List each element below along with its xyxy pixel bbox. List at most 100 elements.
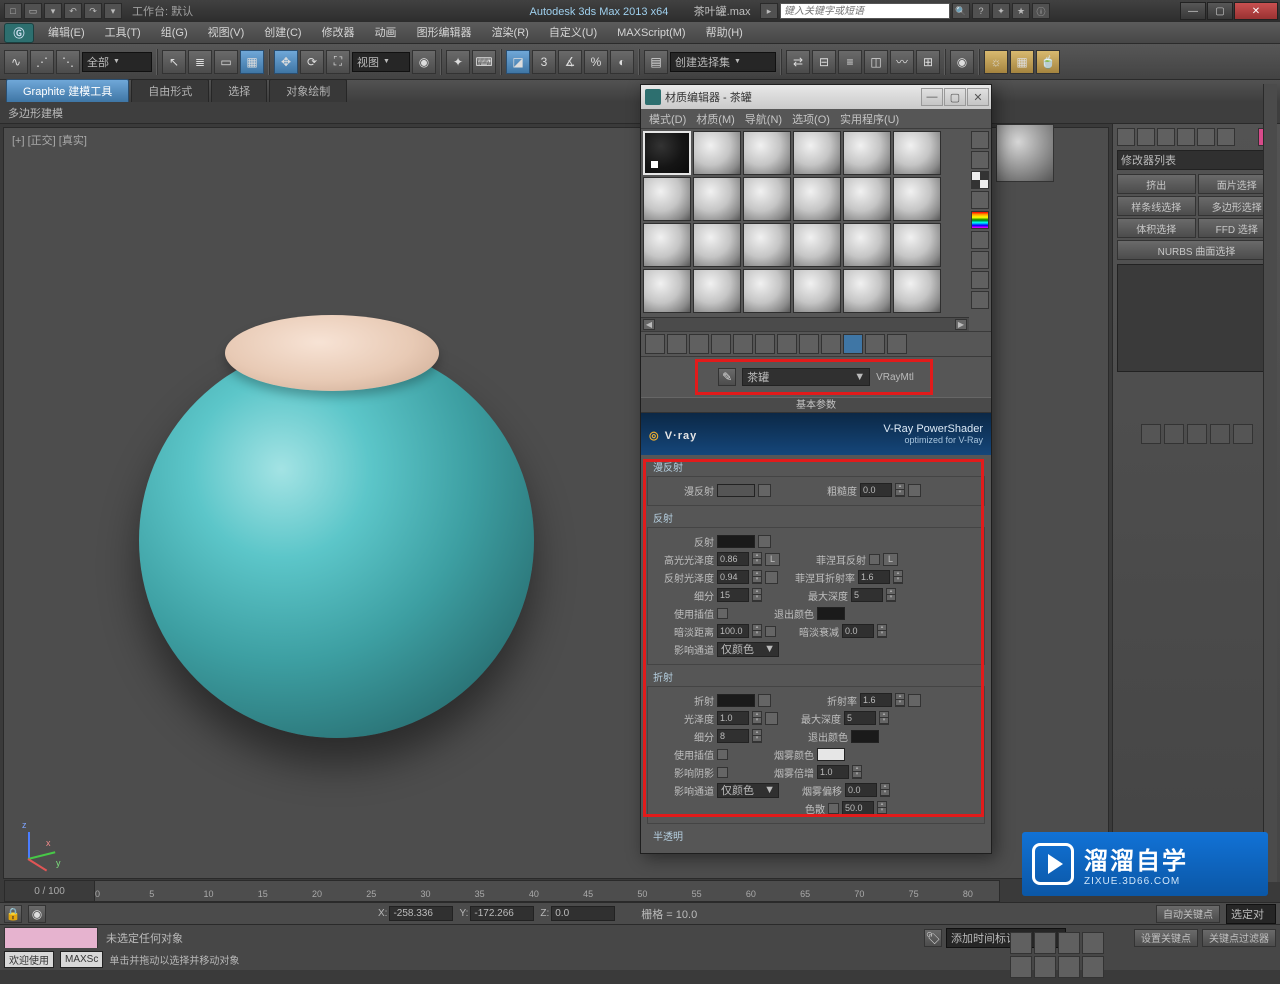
sample-slot[interactable] — [893, 131, 941, 175]
sample-slot[interactable] — [693, 131, 741, 175]
sample-slot[interactable] — [693, 223, 741, 267]
dispersion-checkbox[interactable] — [828, 803, 839, 814]
pct-snap-icon[interactable]: % — [584, 50, 608, 74]
search-go-icon[interactable]: 🔍 — [952, 3, 970, 19]
refl-subdiv-input[interactable]: 15 — [717, 588, 749, 602]
comm-icon[interactable]: ✦ — [992, 3, 1010, 19]
make-copy-icon[interactable] — [733, 334, 753, 354]
snap3-icon[interactable]: 3 — [532, 50, 556, 74]
timeline[interactable]: 0 / 100 0 5 10 15 20 25 30 35 40 45 50 5… — [4, 880, 1000, 902]
medit-max-button[interactable]: ▢ — [944, 88, 966, 106]
sample-slot[interactable] — [893, 269, 941, 313]
spinner[interactable]: ▴▾ — [752, 552, 762, 566]
timeline-ticks[interactable]: 0 5 10 15 20 25 30 35 40 45 50 55 60 65 … — [95, 881, 999, 901]
display-tab-icon[interactable] — [1197, 128, 1215, 146]
mod-btn-nurbs[interactable]: NURBS 曲面选择 — [1117, 240, 1276, 260]
medit-menu-mode[interactable]: 模式(D) — [645, 111, 690, 127]
curve-ed-icon[interactable]: 〰 — [890, 50, 914, 74]
dim-dist-input[interactable]: 100.0 — [717, 624, 749, 638]
workspace-label[interactable]: 工作台: 默认 — [132, 3, 193, 19]
open-icon[interactable]: ▭ — [24, 3, 42, 19]
info-icon[interactable]: ⓘ — [1032, 3, 1050, 19]
side-scrollbar[interactable] — [1263, 84, 1277, 882]
spinner[interactable]: ▴▾ — [752, 588, 762, 602]
spinner[interactable]: ▴▾ — [893, 570, 903, 584]
sample-slot[interactable] — [843, 269, 891, 313]
redo-icon[interactable]: ↷ — [84, 3, 102, 19]
fresnel-checkbox[interactable] — [869, 554, 880, 565]
video-color-icon[interactable] — [971, 211, 989, 229]
sample-slot[interactable] — [893, 177, 941, 221]
ior-map-button[interactable] — [908, 694, 921, 707]
affect-shadow-checkbox[interactable] — [717, 767, 728, 778]
mod-btn-extrude[interactable]: 挤出 — [1117, 174, 1196, 194]
spinner[interactable]: ▴▾ — [752, 711, 762, 725]
motion-tab-icon[interactable] — [1177, 128, 1195, 146]
reflect-map-button[interactable] — [758, 535, 771, 548]
make-unique-icon[interactable] — [755, 334, 775, 354]
pin-icon[interactable] — [1141, 424, 1161, 444]
move-icon[interactable]: ✥ — [274, 50, 298, 74]
sample-slot[interactable] — [893, 223, 941, 267]
select-icon[interactable]: ↖ — [162, 50, 186, 74]
mod-btn-vol[interactable]: 体积选择 — [1117, 218, 1196, 238]
isolate-icon[interactable]: ◉ — [28, 905, 46, 923]
sample-slot[interactable] — [793, 269, 841, 313]
spinner[interactable]: ▴▾ — [877, 801, 887, 815]
spinner[interactable]: ▴▾ — [752, 624, 762, 638]
sample-slot[interactable] — [693, 177, 741, 221]
close-button[interactable]: ✕ — [1234, 2, 1278, 20]
tab-graphite[interactable]: Graphite 建模工具 — [6, 79, 129, 102]
sample-slot[interactable] — [693, 269, 741, 313]
sample-slot[interactable] — [793, 131, 841, 175]
sample-slot[interactable] — [743, 223, 791, 267]
arrow-icon[interactable]: ▸ — [760, 3, 778, 19]
medit-titlebar[interactable]: 材质编辑器 - 茶罐 — ▢ ✕ — [641, 85, 991, 109]
zoom-all-icon[interactable] — [1034, 932, 1056, 954]
tab-select[interactable]: 选择 — [211, 79, 267, 102]
lock-button[interactable]: L — [765, 553, 780, 566]
dispersion-input[interactable]: 50.0 — [842, 801, 874, 815]
menu-custom[interactable]: 自定义(U) — [539, 22, 607, 44]
spinner[interactable]: ▴▾ — [886, 588, 896, 602]
zoom-icon[interactable] — [1010, 932, 1032, 954]
named-selset-dropdown[interactable]: 创建选择集▼ — [670, 52, 776, 72]
save-icon[interactable]: ▾ — [44, 3, 62, 19]
refr-channel-dropdown[interactable]: 仅颜色▼ — [717, 783, 779, 798]
sample-slot[interactable] — [843, 131, 891, 175]
keymode-icon[interactable]: ⌨ — [472, 50, 496, 74]
roughness-map-button[interactable] — [908, 484, 921, 497]
sample-type-icon[interactable] — [971, 131, 989, 149]
link-icon[interactable]: ∿ — [4, 50, 28, 74]
tag-icon[interactable]: 🏷 — [924, 929, 942, 947]
ref-coord-dropdown[interactable]: 视图▼ — [352, 52, 410, 72]
pick-mat-icon[interactable]: ✎ — [718, 368, 736, 386]
spinner[interactable]: ▴▾ — [752, 729, 762, 743]
util-tab-icon[interactable] — [1217, 128, 1235, 146]
spinner[interactable]: ▴▾ — [852, 765, 862, 779]
refl-channel-dropdown[interactable]: 仅颜色▼ — [717, 642, 779, 657]
viewport-label[interactable]: [+] [正交] [真实] — [12, 132, 87, 148]
sample-slot[interactable] — [643, 269, 691, 313]
fresnel-lock-button[interactable]: L — [883, 553, 898, 566]
modifier-stack[interactable] — [1117, 264, 1276, 372]
teacan-object[interactable] — [139, 343, 534, 738]
assign-mat-icon[interactable] — [689, 334, 709, 354]
spinner[interactable]: ▴▾ — [877, 624, 887, 638]
menu-help[interactable]: 帮助(H) — [696, 22, 753, 44]
star-icon[interactable]: ★ — [1012, 3, 1030, 19]
medit-close-button[interactable]: ✕ — [967, 88, 989, 106]
spinner[interactable]: ▴▾ — [752, 570, 762, 584]
fov-icon[interactable] — [1082, 932, 1104, 954]
get-mat-icon[interactable] — [645, 334, 665, 354]
fresnel-ior-input[interactable]: 1.6 — [858, 570, 890, 584]
mat-map-nav-icon[interactable] — [971, 291, 989, 309]
show-end-icon[interactable] — [843, 334, 863, 354]
keyfilter-button[interactable]: 关键点过滤器 — [1202, 929, 1276, 947]
menu-group[interactable]: 组(G) — [151, 22, 198, 44]
sample-slot[interactable] — [843, 177, 891, 221]
align-icon[interactable]: ⊟ — [812, 50, 836, 74]
spinner[interactable]: ▴▾ — [895, 693, 905, 707]
new-icon[interactable]: □ — [4, 3, 22, 19]
medit-menu-nav[interactable]: 导航(N) — [741, 111, 786, 127]
